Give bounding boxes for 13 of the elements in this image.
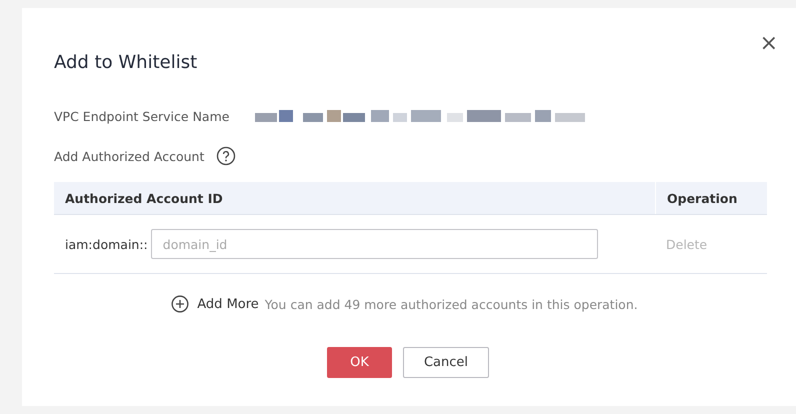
cancel-button[interactable]: Cancel: [403, 347, 489, 378]
field-label: Add Authorized Account: [54, 148, 204, 164]
column-header: Authorized Account ID: [64, 190, 224, 208]
help-icon[interactable]: [216, 146, 236, 166]
field-label: VPC Endpoint Service Name: [54, 108, 230, 124]
ok-button[interactable]: OK: [327, 347, 392, 378]
close-button[interactable]: ×: [756, 32, 782, 56]
column-header: Operation: [655, 182, 767, 214]
dialog-title: Add to Whitelist: [54, 52, 198, 75]
add-icon: [171, 295, 190, 313]
add-more-button[interactable]: Add More: [171, 295, 259, 313]
account-prefix: iam:domain::: [65, 236, 148, 252]
add-more-hint: You can add 49 more authorized accounts in this operation.: [264, 296, 638, 312]
